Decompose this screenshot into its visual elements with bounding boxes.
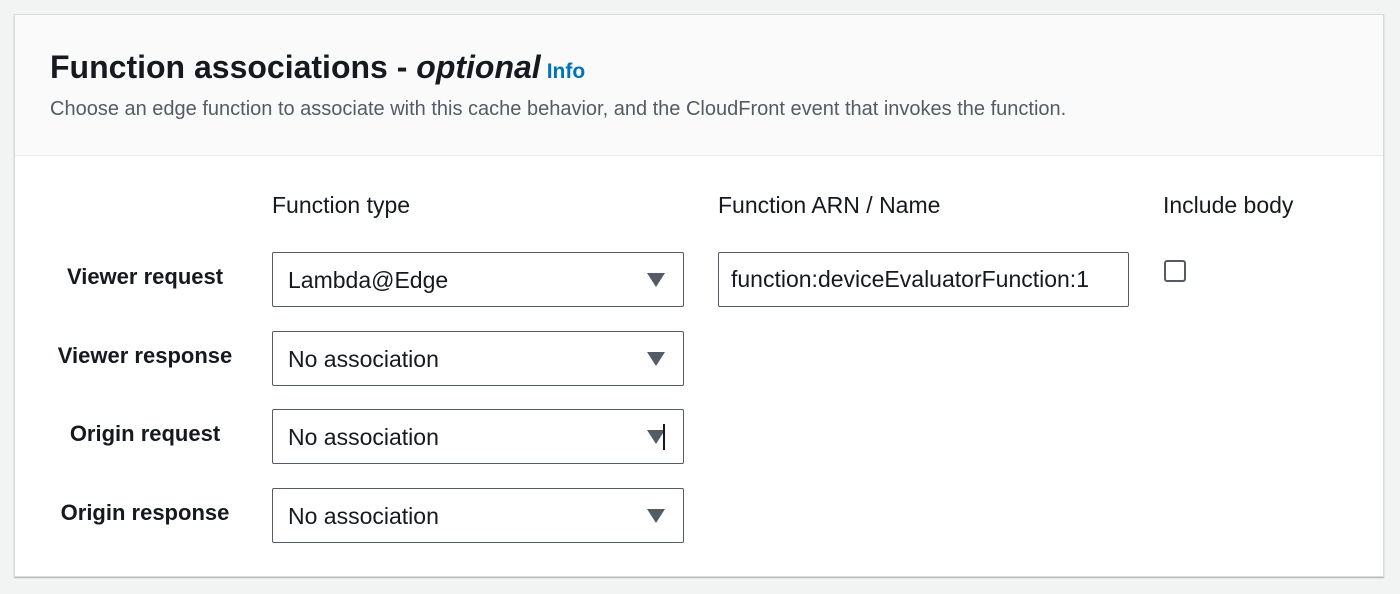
panel-title: Function associations - optional Info xyxy=(50,49,585,90)
row-label-origin-request: Origin request xyxy=(69,421,221,446)
origin-request-function-type-select[interactable]: No association xyxy=(272,409,684,464)
select-value: No association xyxy=(288,346,439,372)
caret-down-icon xyxy=(647,509,665,523)
column-header-include-body: Include body xyxy=(1163,192,1294,218)
title-separator: - xyxy=(387,49,417,85)
select-value: Lambda@Edge xyxy=(288,267,449,293)
row-label-viewer-request: Viewer request xyxy=(66,264,224,289)
panel-header: Function associations - optional Info Cho… xyxy=(15,15,1383,156)
text-cursor xyxy=(663,424,665,450)
column-header-function-arn: Function ARN / Name xyxy=(718,192,941,218)
panel-description: Choose an edge function to associate wit… xyxy=(50,98,1067,120)
column-header-function-type: Function type xyxy=(272,192,411,218)
title-optional: optional xyxy=(416,49,541,85)
viewer-request-function-type-select[interactable]: Lambda@Edge xyxy=(272,252,684,307)
select-value: No association xyxy=(288,503,439,529)
caret-down-icon xyxy=(647,273,665,287)
caret-down-icon xyxy=(647,352,665,366)
viewer-response-function-type-select[interactable]: No association xyxy=(272,331,684,386)
row-label-viewer-response: Viewer response xyxy=(57,343,233,368)
viewer-request-include-body-checkbox[interactable] xyxy=(1164,260,1186,282)
info-link[interactable]: Info xyxy=(547,60,585,83)
select-value: No association xyxy=(288,424,439,450)
viewer-request-function-arn-input[interactable] xyxy=(718,252,1129,307)
row-label-origin-response: Origin response xyxy=(60,500,230,525)
origin-response-function-type-select[interactable]: No association xyxy=(272,488,684,543)
title-text: Function associations xyxy=(50,49,388,85)
function-associations-panel: Function associations - optional Info Cho… xyxy=(14,14,1384,577)
